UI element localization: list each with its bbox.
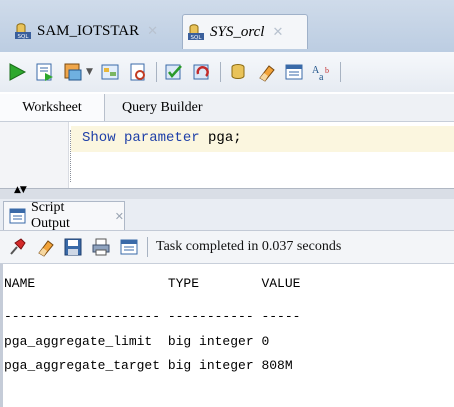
open-output-button[interactable] bbox=[118, 236, 140, 258]
close-icon[interactable]: ✕ bbox=[272, 25, 283, 40]
database-icon bbox=[231, 64, 245, 80]
sql-argument: pga; bbox=[208, 130, 242, 146]
output-line: NAME TYPE VALUE bbox=[4, 276, 301, 291]
splitter-arrows-icon[interactable]: ▲▼ bbox=[14, 185, 27, 195]
tab-query-builder[interactable]: Query Builder bbox=[122, 94, 202, 121]
sql-tuning-icon bbox=[130, 63, 145, 81]
commit-button[interactable] bbox=[163, 61, 185, 83]
output-tab-strip: Script Output ✕ bbox=[0, 199, 454, 231]
svg-text:SQL: SQL bbox=[191, 35, 203, 41]
print-output-button[interactable] bbox=[90, 236, 112, 258]
close-icon[interactable]: ✕ bbox=[147, 24, 158, 39]
to-upper-lower-button[interactable]: Aab bbox=[311, 61, 333, 83]
tab-label: SAM_IOTSTAR bbox=[37, 22, 140, 39]
explain-plan-button[interactable] bbox=[99, 61, 121, 83]
document-icon bbox=[120, 239, 138, 255]
pane-border bbox=[0, 264, 3, 407]
run-script-icon bbox=[36, 63, 53, 81]
save-output-button[interactable] bbox=[62, 236, 84, 258]
toolbar-divider bbox=[155, 62, 157, 82]
connection-tab-strip: SQL SAM_IOTSTAR ✕ SQL SYS_orcl ✕ bbox=[0, 0, 454, 52]
svg-text:b: b bbox=[325, 66, 329, 75]
tab-label: Script Output bbox=[30, 200, 70, 231]
explain-plan-icon bbox=[101, 64, 119, 80]
chevron-down-icon[interactable]: ▼ bbox=[86, 67, 93, 77]
toolbar-divider bbox=[219, 62, 221, 82]
autotrace-icon bbox=[64, 63, 82, 81]
tab-sam-iotstar[interactable]: SQL SAM_IOTSTAR ✕ bbox=[10, 16, 170, 46]
unshared-sql-worksheet-button[interactable] bbox=[227, 61, 249, 83]
tab-worksheet[interactable]: Worksheet bbox=[0, 94, 105, 121]
pin-icon bbox=[10, 238, 26, 255]
tab-script-output[interactable]: Script Output ✕ bbox=[3, 200, 125, 231]
autotrace-button[interactable] bbox=[62, 61, 84, 83]
commit-icon bbox=[165, 64, 182, 80]
sql-keyword: Show parameter bbox=[82, 130, 200, 146]
print-icon bbox=[92, 238, 110, 256]
save-icon bbox=[64, 238, 82, 256]
output-line: pga_aggregate_limit big integer 0 bbox=[4, 334, 270, 349]
eraser-icon bbox=[38, 240, 54, 257]
database-connection-icon: SQL bbox=[15, 23, 31, 40]
output-line: -------------------- ----------- ----- bbox=[4, 309, 301, 324]
sql-tuning-button[interactable] bbox=[127, 61, 149, 83]
close-icon[interactable]: ✕ bbox=[115, 210, 124, 223]
freeze-view-button[interactable] bbox=[6, 236, 28, 258]
clear-output-button[interactable] bbox=[34, 236, 56, 258]
run-script-button[interactable] bbox=[34, 61, 56, 83]
sql-history-button[interactable] bbox=[283, 61, 305, 83]
history-icon bbox=[285, 64, 303, 80]
line-number-gutter bbox=[0, 122, 69, 188]
worksheet-toolbar: ▼ Aab bbox=[0, 52, 454, 92]
run-statement-button[interactable] bbox=[6, 61, 28, 83]
sql-statement[interactable]: Show parameter pga; bbox=[82, 130, 242, 146]
clear-button[interactable] bbox=[255, 61, 277, 83]
tab-sys-orcl[interactable]: SQL SYS_orcl ✕ bbox=[182, 14, 308, 49]
svg-text:a: a bbox=[319, 72, 324, 82]
tab-label: SYS_orcl bbox=[210, 23, 265, 40]
rollback-button[interactable] bbox=[191, 61, 213, 83]
svg-text:SQL: SQL bbox=[18, 34, 30, 40]
fold-guide bbox=[70, 130, 71, 182]
change-case-icon: Aab bbox=[312, 65, 329, 82]
eraser-icon bbox=[259, 65, 275, 82]
toolbar-divider bbox=[339, 62, 341, 82]
database-connection-icon: SQL bbox=[188, 24, 204, 41]
rollback-icon bbox=[193, 64, 209, 80]
output-line: pga_aggregate_target big integer 808M bbox=[4, 358, 293, 373]
script-output-icon bbox=[9, 208, 26, 224]
output-toolbar: Task completed in 0.037 seconds bbox=[0, 231, 454, 264]
toolbar-divider bbox=[147, 237, 148, 257]
play-icon bbox=[9, 63, 27, 81]
status-message: Task completed in 0.037 seconds bbox=[156, 239, 342, 254]
script-output-pane[interactable]: NAME TYPE VALUE -------------------- ---… bbox=[0, 264, 454, 407]
editor-mode-tabs: Worksheet Query Builder bbox=[0, 94, 454, 122]
